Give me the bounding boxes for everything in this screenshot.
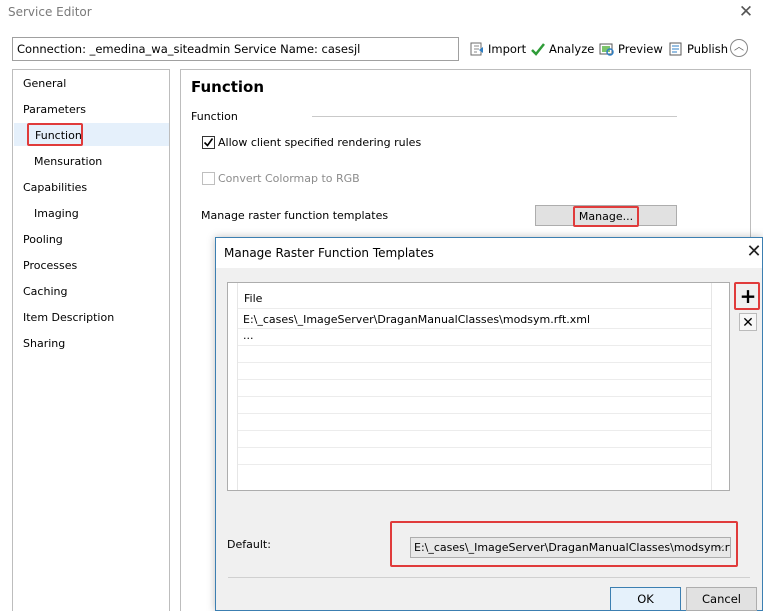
import-icon xyxy=(469,41,485,57)
publish-button[interactable]: Publish xyxy=(668,39,728,59)
list-row-divider xyxy=(238,430,711,431)
analyze-button[interactable]: Analyze xyxy=(530,39,594,59)
page-title: Function xyxy=(191,78,265,96)
list-row-divider xyxy=(238,308,711,309)
sidebar-item-imaging[interactable]: Imaging xyxy=(34,207,79,220)
sidebar-item-mensuration[interactable]: Mensuration xyxy=(34,155,102,168)
dialog-divider xyxy=(228,577,750,578)
preview-icon xyxy=(599,41,615,57)
publish-icon xyxy=(668,41,684,57)
ok-button[interactable]: OK xyxy=(610,587,681,611)
sidebar-item-general[interactable]: General xyxy=(23,77,66,90)
list-row-divider xyxy=(238,328,711,329)
manage-button[interactable]: Manage... xyxy=(535,205,677,227)
list-row-divider xyxy=(238,362,711,363)
add-template-button[interactable]: + xyxy=(738,286,758,307)
list-row-divider xyxy=(238,396,711,397)
checkmark-icon xyxy=(530,41,546,57)
publish-label: Publish xyxy=(687,42,728,56)
dialog-close-icon[interactable]: ✕ xyxy=(744,242,763,262)
convert-colormap-checkbox[interactable] xyxy=(202,172,215,185)
list-column-divider xyxy=(711,283,712,490)
default-template-select[interactable]: E:\_cases\_ImageServer\DraganManualClass… xyxy=(410,537,731,558)
preview-label: Preview xyxy=(618,42,663,56)
sidebar-item-processes[interactable]: Processes xyxy=(23,259,77,272)
convert-colormap-label: Convert Colormap to RGB xyxy=(218,172,360,185)
sidebar-item-caching[interactable]: Caching xyxy=(23,285,67,298)
section-label: Function xyxy=(191,110,238,123)
sidebar-item-function[interactable]: Function xyxy=(27,123,83,146)
analyze-label: Analyze xyxy=(549,42,595,56)
list-header-file: File xyxy=(244,292,263,305)
preview-button[interactable]: Preview xyxy=(599,39,663,59)
sidebar: General Parameters Function Mensuration … xyxy=(12,69,170,611)
allow-client-rules-checkbox[interactable] xyxy=(202,136,215,149)
sidebar-item-parameters[interactable]: Parameters xyxy=(23,103,86,116)
list-row-divider xyxy=(238,345,711,346)
checkmark-icon xyxy=(203,138,214,147)
cancel-button[interactable]: Cancel xyxy=(686,587,757,611)
dialog-title: Manage Raster Function Templates xyxy=(224,246,434,260)
list-row-divider xyxy=(238,464,711,465)
window-close-icon[interactable]: ✕ xyxy=(736,2,756,22)
list-row-divider xyxy=(238,447,711,448)
section-divider xyxy=(312,116,677,117)
sidebar-item-item-description[interactable]: Item Description xyxy=(23,311,114,324)
chevron-down-icon[interactable]: ⌵ xyxy=(713,541,727,555)
sidebar-item-capabilities[interactable]: Capabilities xyxy=(23,181,87,194)
list-item[interactable]: E:\_cases\_ImageServer\DraganManualClass… xyxy=(243,313,590,326)
sidebar-item-sharing[interactable]: Sharing xyxy=(23,337,65,350)
allow-client-rules-label: Allow client specified rendering rules xyxy=(218,136,422,149)
import-label: Import xyxy=(488,42,527,56)
remove-template-button[interactable]: ✕ xyxy=(739,313,757,331)
default-label: Default: xyxy=(227,538,271,551)
list-item[interactable]: ... xyxy=(243,329,254,342)
manage-button-label: Manage... xyxy=(572,206,640,227)
window-title: Service Editor xyxy=(8,5,92,19)
manage-templates-label: Manage raster function templates xyxy=(201,209,389,222)
connection-info: Connection: _emedina_wa_siteadmin Servic… xyxy=(12,37,459,61)
list-column-divider xyxy=(237,283,238,490)
sidebar-item-pooling[interactable]: Pooling xyxy=(23,233,63,246)
chevron-up-icon[interactable]: ︿ xyxy=(730,39,748,57)
import-button[interactable]: Import xyxy=(469,39,526,59)
list-row-divider xyxy=(238,413,711,414)
list-row-divider xyxy=(238,379,711,380)
sidebar-item-function-label: Function xyxy=(35,129,82,142)
